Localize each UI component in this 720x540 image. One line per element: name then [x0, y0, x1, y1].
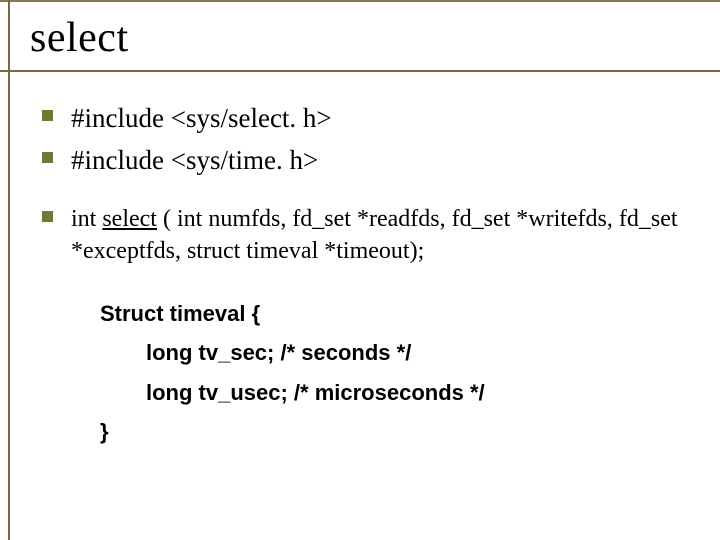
- code-line: long tv_usec; /* microseconds */: [100, 373, 696, 413]
- code-line: Struct timeval {: [100, 294, 696, 334]
- slide-title: select: [30, 14, 696, 62]
- title-underline-rule: [0, 70, 720, 72]
- code-block: Struct timeval { long tv_sec; /* seconds…: [100, 294, 696, 452]
- bullet-item: #include <sys/time. h>: [42, 142, 696, 178]
- code-line: long tv_sec; /* seconds */: [100, 333, 696, 373]
- bullet-item: #include <sys/select. h>: [42, 100, 696, 136]
- bullet-item: int select ( int numfds, fd_set *readfds…: [42, 203, 696, 268]
- func-name: select: [102, 206, 157, 232]
- bullet-text: #include <sys/time. h>: [71, 142, 318, 178]
- bullet-list-secondary: int select ( int numfds, fd_set *readfds…: [30, 203, 696, 268]
- bullet-square-icon: [42, 110, 53, 121]
- bullet-list-main: #include <sys/select. h> #include <sys/t…: [30, 100, 696, 179]
- func-signature: ( int numfds, fd_set *readfds, fd_set *w…: [71, 206, 678, 264]
- title-wrap: select: [30, 14, 696, 62]
- bullet-square-icon: [42, 211, 53, 222]
- bullet-text: int select ( int numfds, fd_set *readfds…: [71, 203, 696, 268]
- left-border-rule: [8, 0, 10, 540]
- func-return-type: int: [71, 206, 102, 232]
- slide: select #include <sys/select. h> #include…: [0, 0, 720, 540]
- bullet-square-icon: [42, 152, 53, 163]
- code-line: }: [100, 412, 696, 452]
- bullet-text: #include <sys/select. h>: [71, 100, 332, 136]
- top-rule: [0, 0, 720, 2]
